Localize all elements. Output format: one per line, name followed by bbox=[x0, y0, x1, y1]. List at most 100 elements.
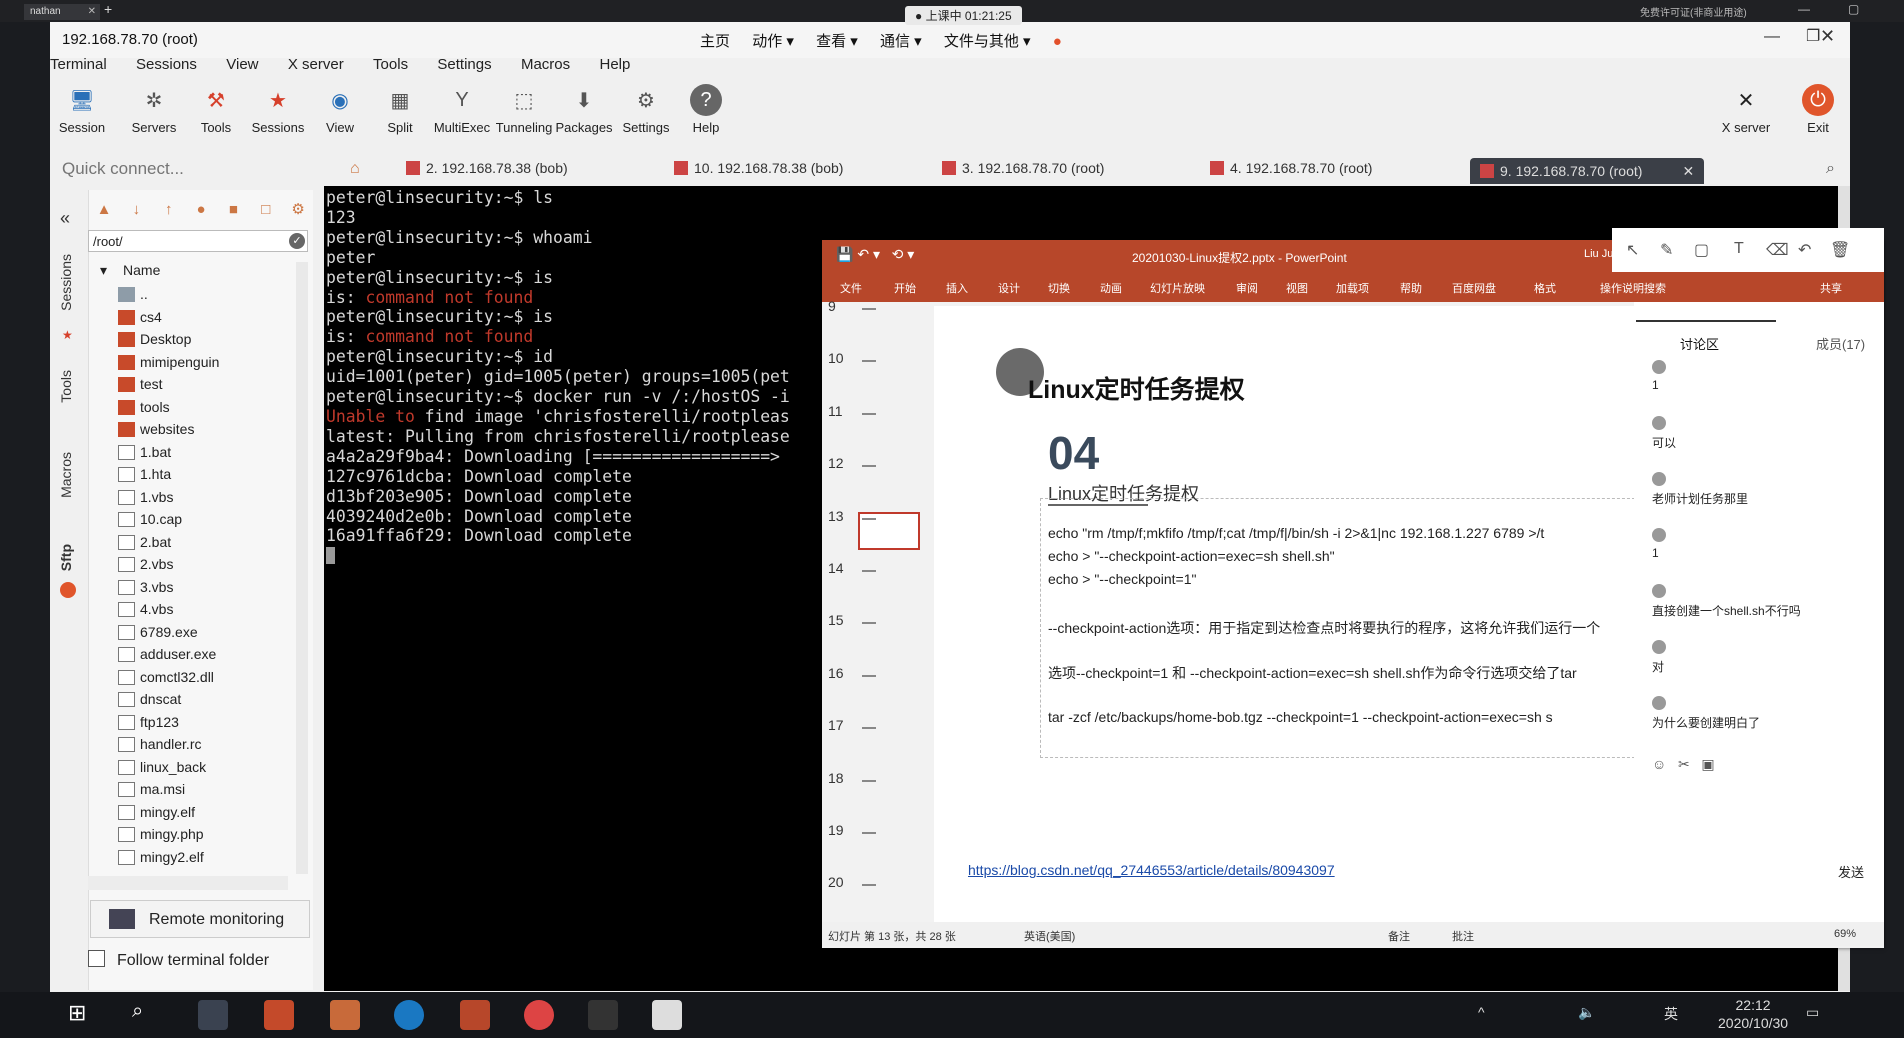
check-icon[interactable]: ✓ bbox=[289, 233, 305, 249]
edge-taskbar-icon[interactable] bbox=[394, 1000, 424, 1030]
tab-sftp[interactable]: Sftp bbox=[58, 544, 74, 571]
split-button[interactable]: ▦ Split bbox=[370, 84, 430, 136]
home-button[interactable]: 主页 bbox=[700, 30, 730, 51]
file-list-hscrollbar[interactable] bbox=[88, 876, 288, 890]
menu-sessions[interactable]: Sessions bbox=[136, 56, 197, 73]
pen-icon[interactable]: ✎ bbox=[1660, 240, 1673, 260]
file-row[interactable]: mimipenguin bbox=[118, 354, 298, 377]
file-row[interactable]: handler.rc bbox=[118, 736, 298, 759]
home-icon[interactable]: ⌂ bbox=[350, 160, 360, 178]
terminal-taskbar-icon[interactable] bbox=[588, 1000, 618, 1030]
refresh-icon[interactable]: ● bbox=[191, 201, 211, 219]
menu-settings[interactable]: Settings bbox=[437, 56, 491, 73]
ppt-tab-slideshow[interactable]: 幻灯片放映 bbox=[1150, 280, 1205, 296]
file-other-button[interactable]: 文件与其他 ▾ bbox=[944, 30, 1031, 51]
file-row[interactable]: 1.bat bbox=[118, 444, 298, 467]
notes-button[interactable]: 备注 bbox=[1388, 928, 1410, 944]
communicate-button[interactable]: 通信 ▾ bbox=[880, 30, 922, 51]
chrome-taskbar-icon[interactable] bbox=[524, 1000, 554, 1030]
slide-thumbnail[interactable]: 10 bbox=[824, 348, 928, 398]
input-language[interactable]: 英 bbox=[1664, 1004, 1678, 1024]
ppt-tab-help[interactable]: 帮助 bbox=[1400, 280, 1422, 296]
restore-icon[interactable]: ❐ bbox=[1806, 26, 1820, 46]
record-icon[interactable]: ● bbox=[1053, 33, 1062, 50]
ppt-tab-format[interactable]: 格式 bbox=[1534, 280, 1556, 296]
volume-icon[interactable]: 🔈 bbox=[1578, 1004, 1595, 1021]
ppt-tab-insert[interactable]: 插入 bbox=[946, 280, 968, 296]
session-tab-9[interactable]: 9. 192.168.78.70 (root) ✕ bbox=[1470, 158, 1705, 184]
file-row[interactable]: comctl32.dll bbox=[118, 669, 298, 692]
file-row[interactable]: 1.vbs bbox=[118, 489, 298, 512]
minimize-icon[interactable]: — bbox=[1798, 2, 1810, 16]
comments-button[interactable]: 批注 bbox=[1452, 928, 1474, 944]
tab-sessions[interactable]: Sessions bbox=[58, 254, 74, 311]
packages-button[interactable]: ⬇ Packages bbox=[554, 84, 614, 136]
download-icon[interactable]: ↓ bbox=[126, 201, 146, 219]
menu-macros[interactable]: Macros bbox=[521, 56, 570, 73]
file-row[interactable]: test bbox=[118, 376, 298, 399]
file-row[interactable]: tools bbox=[118, 399, 298, 422]
file-row[interactable]: ftp123 bbox=[118, 714, 298, 737]
tools-button[interactable]: ⚒ Tools bbox=[186, 84, 246, 136]
follow-terminal-folder-checkbox[interactable]: Follow terminal folder bbox=[88, 950, 269, 970]
session-tab-10[interactable]: 10. 192.168.78.38 (bob) bbox=[674, 160, 843, 182]
new-file-icon[interactable]: □ bbox=[256, 201, 276, 219]
slide-thumbnail[interactable]: 13 bbox=[824, 506, 928, 556]
rectangle-icon[interactable]: ▢ bbox=[1694, 240, 1709, 260]
emoji-icon[interactable]: ☺ bbox=[1652, 756, 1666, 772]
file-row[interactable]: mingy2.elf bbox=[118, 849, 298, 872]
eraser-icon[interactable]: ⌫ bbox=[1766, 240, 1789, 260]
zoom-level[interactable]: 69% bbox=[1834, 928, 1856, 940]
quick-connect-input[interactable] bbox=[60, 156, 344, 182]
slide-thumbnail[interactable]: 14 bbox=[824, 558, 928, 608]
view-button[interactable]: 查看 ▾ bbox=[816, 30, 858, 51]
file-row[interactable]: mingy.php bbox=[118, 826, 298, 849]
file-row[interactable]: 6789.exe bbox=[118, 624, 298, 647]
remote-monitoring-button[interactable]: Remote monitoring bbox=[90, 900, 310, 938]
tunneling-button[interactable]: ⬚ Tunneling bbox=[494, 84, 554, 136]
powerpoint-taskbar-icon[interactable] bbox=[460, 1000, 490, 1030]
undo-icon[interactable]: ↶ bbox=[1798, 240, 1811, 260]
upload-icon[interactable]: ↑ bbox=[159, 201, 179, 219]
settings-icon[interactable]: ⚙ bbox=[288, 200, 308, 218]
save-icon[interactable]: 💾 ↶ ▾ ⟲ ▾ bbox=[836, 246, 914, 263]
file-row[interactable]: ma.msi bbox=[118, 781, 298, 804]
ppt-share[interactable]: 共享 bbox=[1820, 280, 1842, 296]
session-tab-2[interactable]: 2. 192.168.78.38 (bob) bbox=[406, 160, 568, 182]
settings-button[interactable]: ⚙ Settings bbox=[616, 84, 676, 136]
ppt-tab-animations[interactable]: 动画 bbox=[1100, 280, 1122, 296]
discussion-tab[interactable]: 讨论区 bbox=[1680, 334, 1719, 353]
file-row[interactable]: 2.bat bbox=[118, 534, 298, 557]
menu-xserver[interactable]: X server bbox=[288, 56, 344, 73]
file-list-header[interactable]: ▾ Name bbox=[88, 262, 288, 282]
folder-taskbar-icon[interactable] bbox=[330, 1000, 360, 1030]
slide-thumbnail[interactable]: 12 bbox=[824, 453, 928, 503]
menu-tools[interactable]: Tools bbox=[373, 56, 408, 73]
servers-button[interactable]: ✲ Servers bbox=[124, 84, 184, 136]
system-clock[interactable]: 22:12 2020/10/30 bbox=[1718, 996, 1788, 1032]
menu-help[interactable]: Help bbox=[600, 56, 631, 73]
menu-view[interactable]: View bbox=[226, 56, 258, 73]
file-row[interactable]: dnscat bbox=[118, 691, 298, 714]
ppt-tab-view[interactable]: 视图 bbox=[1286, 280, 1308, 296]
menu-terminal[interactable]: Terminal bbox=[50, 56, 107, 73]
tab-tools[interactable]: Tools bbox=[58, 370, 74, 403]
file-list-scrollbar[interactable] bbox=[296, 262, 308, 874]
close-icon[interactable]: ✕ bbox=[88, 4, 96, 20]
members-tab[interactable]: 成员(17) bbox=[1816, 334, 1865, 353]
ppt-tab-baidu[interactable]: 百度网盘 bbox=[1452, 280, 1496, 296]
file-row[interactable]: linux_back bbox=[118, 759, 298, 782]
vb-taskbar-icon[interactable] bbox=[652, 1000, 682, 1030]
ppt-tab-review[interactable]: 审阅 bbox=[1236, 280, 1258, 296]
search-icon[interactable]: ⌕ bbox=[132, 1000, 162, 1030]
ppt-tab-transitions[interactable]: 切换 bbox=[1048, 280, 1070, 296]
pointer-icon[interactable]: ↖ bbox=[1626, 240, 1639, 260]
slide-thumbnail[interactable]: 15 bbox=[824, 610, 928, 660]
file-row[interactable]: adduser.exe bbox=[118, 646, 298, 669]
tab-macros[interactable]: Macros bbox=[58, 452, 74, 498]
file-row[interactable]: mingy.elf bbox=[118, 804, 298, 827]
file-row[interactable]: 10.cap bbox=[118, 511, 298, 534]
ppt-tab-addins[interactable]: 加载项 bbox=[1336, 280, 1369, 296]
new-folder-icon[interactable]: ■ bbox=[223, 201, 243, 219]
help-button[interactable]: ? Help bbox=[676, 84, 736, 135]
